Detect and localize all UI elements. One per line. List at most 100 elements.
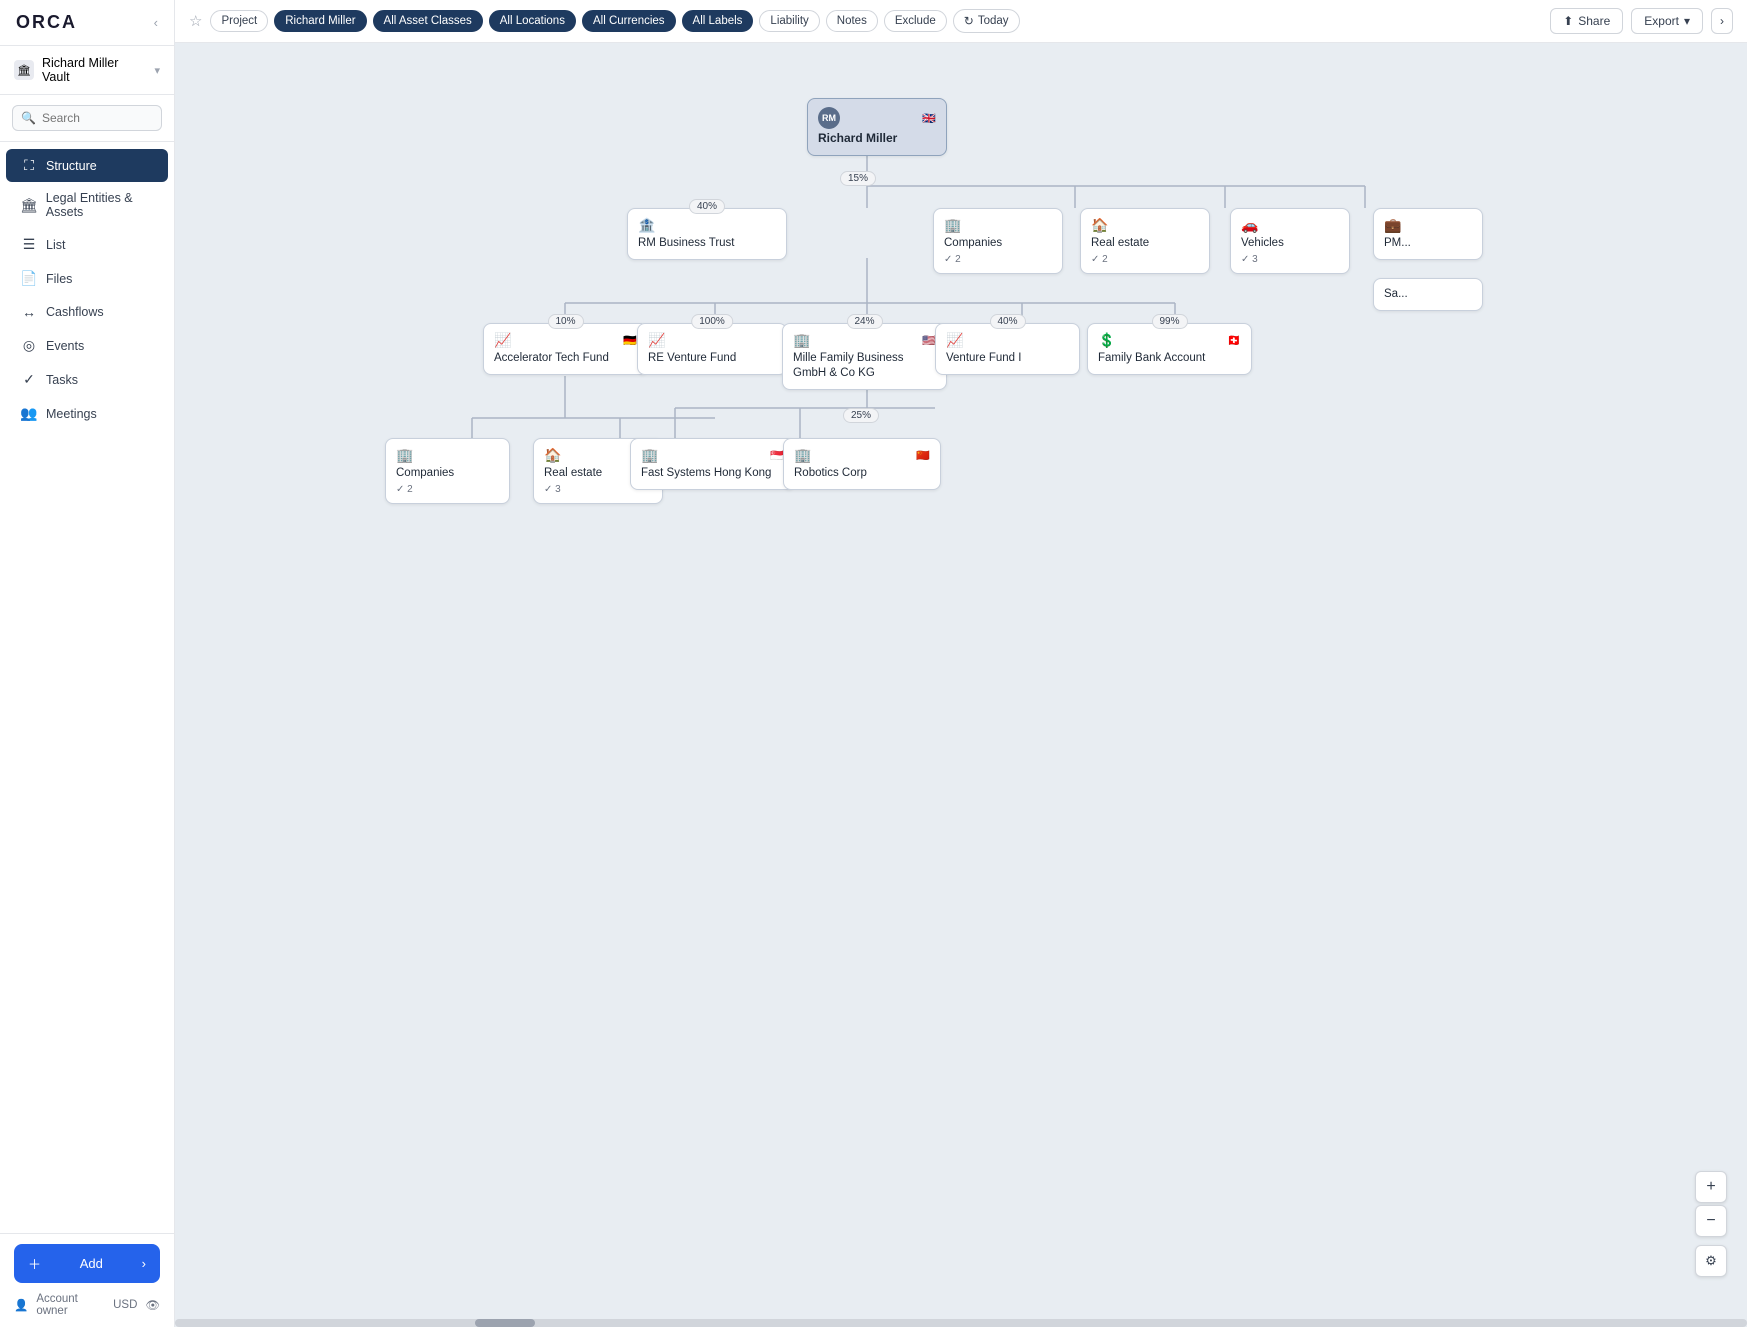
cashflows-icon: ↔ [20,304,38,320]
flag-icon: 🇸🇬 [770,449,784,462]
filter-today[interactable]: ↻ Today [953,9,1020,33]
scrollbar-thumb [475,1319,535,1327]
sidebar-item-label: Events [46,339,84,353]
node-vehicles-l1[interactable]: 🚗 Vehicles ✓ 3 [1230,208,1350,274]
node-real-estate-l1[interactable]: 🏠 Real estate ✓ 2 [1080,208,1210,274]
realestate3-icon: 🏠 [544,447,561,464]
search-input[interactable] [42,111,153,125]
percent-badge: 24% [846,314,882,329]
sidebar-item-events[interactable]: ◎ Events [6,329,168,362]
node-title: Venture Fund I [946,351,1069,366]
fund-icon: 📈 [494,332,511,349]
percent-badge: 40% [989,314,1025,329]
topbar: ☆ Project Richard Miller All Asset Class… [175,0,1747,43]
app-logo: ORCA [16,12,77,33]
node-re-venture[interactable]: 100% 📈 RE Venture Fund [637,323,787,375]
zoom-out-button[interactable]: − [1695,1205,1727,1237]
sidebar-item-structure[interactable]: ⛶ Structure [6,149,168,182]
fastsys-icon: 🏢 [641,447,658,464]
sidebar-item-label: Legal Entities & Assets [46,191,154,219]
node-accelerator-tech[interactable]: 10% 📈 🇩🇪 Accelerator Tech Fund [483,323,648,375]
percent-label-15: 15% [840,171,876,186]
node-rm-business-trust[interactable]: 40% 🏦 RM Business Trust [627,208,787,260]
node-title: Companies [396,466,499,481]
robotics-icon: 🏢 [794,447,811,464]
filter-locations[interactable]: All Locations [489,10,576,32]
node-family-bank[interactable]: 99% 💲 🇨🇭 Family Bank Account [1087,323,1252,375]
sidebar-item-cashflows[interactable]: ↔ Cashflows [6,296,168,328]
node-companies-l1[interactable]: 🏢 Companies ✓ 2 [933,208,1063,274]
sidebar-item-label: Files [46,272,72,286]
node-count: ✓ 2 [1091,254,1199,265]
legal-icon: 🏛 [20,197,38,214]
node-title: RM Business Trust [638,236,776,251]
vault-name: Richard Miller Vault [42,56,146,84]
percent-badge: 100% [691,314,733,329]
structure-canvas[interactable]: RM 🇬🇧 Richard Miller 15% 40% 🏦 RM Busine… [175,43,1747,1327]
search-icon: 🔍 [21,111,36,125]
add-chevron-icon: › [142,1256,146,1271]
node-count: ✓ 3 [1241,254,1339,265]
flag-icon: 🇨🇭 [1227,334,1241,347]
add-button[interactable]: ＋ Add › [14,1244,160,1283]
events-icon: ◎ [20,337,38,354]
sidebar-item-files[interactable]: 📄 Files [6,262,168,295]
tasks-icon: ✓ [20,371,38,388]
filter-asset-classes[interactable]: All Asset Classes [373,10,483,32]
node-richard-miller[interactable]: RM 🇬🇧 Richard Miller [807,98,947,156]
sidebar-item-legal[interactable]: 🏛 Legal Entities & Assets [6,183,168,227]
companies-icon: 🏢 [944,217,961,234]
sidebar-item-label: Cashflows [46,305,104,319]
node-mille-family[interactable]: 24% 🏢 🇺🇸 Mille Family Business GmbH & Co… [782,323,947,390]
node-robotics-corp[interactable]: 🏢 🇨🇳 Robotics Corp [783,438,941,490]
account-owner-label: Account owner [36,1293,105,1317]
export-button[interactable]: Export ▾ [1631,8,1703,34]
realestate-icon: 🏠 [1091,217,1108,234]
node-venture-fund-i[interactable]: 40% 📈 Venture Fund I [935,323,1080,375]
node-title: Mille Family Business GmbH & Co KG [793,351,936,381]
node-title: Richard Miller [818,131,936,147]
canvas-settings-button[interactable]: ⚙ [1695,1245,1727,1277]
filter-labels[interactable]: All Labels [682,10,754,32]
node-companies-l3[interactable]: 🏢 Companies ✓ 2 [385,438,510,504]
node-title: Family Bank Account [1098,351,1241,366]
sidebar-item-tasks[interactable]: ✓ Tasks [6,363,168,396]
node-pm-partial[interactable]: 💼 PM... [1373,208,1483,260]
sidebar-item-list[interactable]: ☰ List [6,228,168,261]
filter-liability[interactable]: Liability [759,10,819,32]
filter-richard-miller[interactable]: Richard Miller [274,10,366,32]
canvas-scrollbar[interactable] [175,1319,1747,1327]
node-title: Sa... [1384,287,1472,302]
node-count: ✓ 2 [944,254,1052,265]
trust-icon: 🏦 [638,217,655,234]
account-icon: 👤 [14,1298,28,1312]
flag-icon: 🇩🇪 [623,334,637,347]
add-plus-icon: ＋ [28,1254,41,1273]
sidebar-item-meetings[interactable]: 👥 Meetings [6,397,168,430]
vault-icon: 🏛 [14,60,34,80]
files-icon: 📄 [20,270,38,287]
node-title: Vehicles [1241,236,1339,251]
node-title: Real estate [1091,236,1199,251]
currency-label: USD [113,1299,137,1311]
filter-exclude[interactable]: Exclude [884,10,947,32]
eye-icon[interactable]: 👁 [145,1298,160,1312]
zoom-in-button[interactable]: + [1695,1171,1727,1203]
star-icon[interactable]: ☆ [189,12,202,30]
filter-currencies[interactable]: All Currencies [582,10,676,32]
sidebar: ORCA ‹ 🏛 Richard Miller Vault ▾ 🔍 ⛶ Stru… [0,0,175,1327]
share-button[interactable]: ⬆ Share [1550,8,1623,34]
filter-project[interactable]: Project [210,10,268,32]
filter-notes[interactable]: Notes [826,10,878,32]
logo-area: ORCA ‹ [0,0,174,46]
flag-icon: 🇺🇸 [922,334,936,347]
sidebar-bottom: ＋ Add › 👤 Account owner USD 👁 [0,1233,174,1327]
collapse-sidebar-icon[interactable]: ‹ [154,15,158,30]
zoom-controls: + − ⚙ [1695,1171,1727,1277]
node-fast-systems[interactable]: 🏢 🇸🇬 Fast Systems Hong Kong [630,438,795,490]
refresh-icon: ↻ [964,14,974,28]
collapse-panel-button[interactable]: › [1711,8,1733,34]
percent-badge: 99% [1151,314,1187,329]
node-sa-partial[interactable]: Sa... [1373,278,1483,311]
vault-selector[interactable]: 🏛 Richard Miller Vault ▾ [0,46,174,95]
